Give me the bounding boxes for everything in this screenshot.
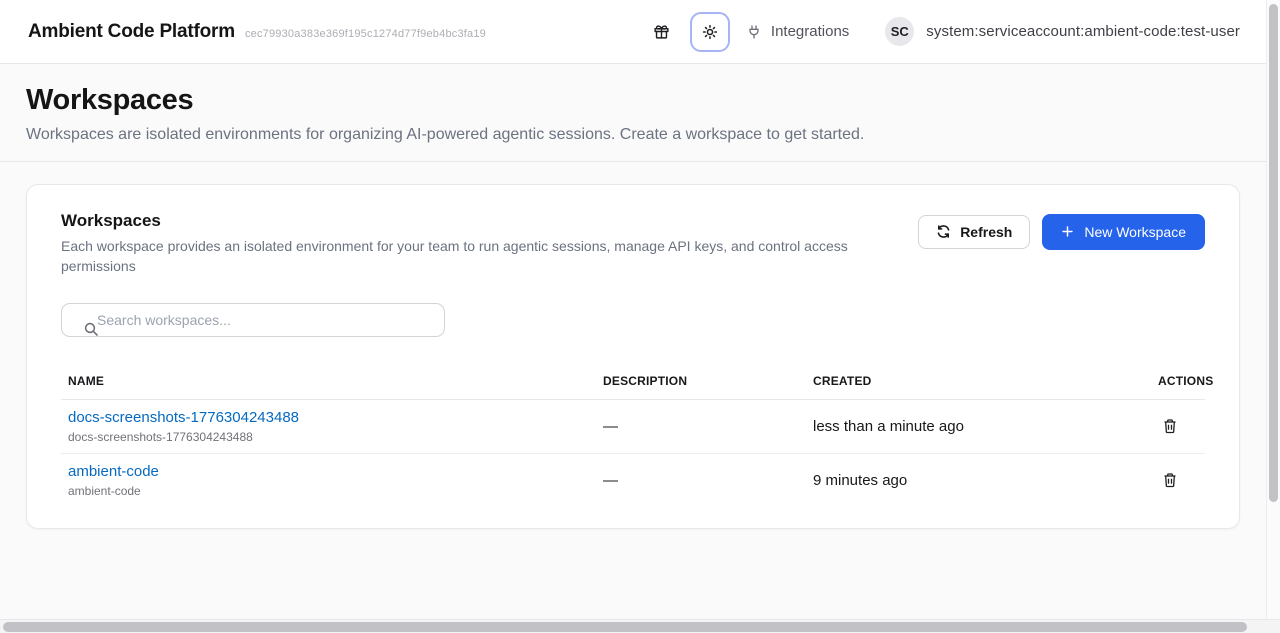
header-actions: Integrations SC system:serviceaccount:am… (649, 12, 1240, 52)
vertical-scrollbar[interactable] (1266, 0, 1280, 619)
workspace-actions-cell (1151, 468, 1209, 493)
workspace-created: 9 minutes ago (806, 472, 1151, 489)
workspace-name-cell: ambient-code ambient-code (61, 463, 596, 498)
card-heading-block: Workspaces Each workspace provides an is… (61, 211, 867, 277)
gift-icon (653, 23, 670, 40)
delete-workspace-button[interactable] (1158, 468, 1182, 492)
page-header: Workspaces Workspaces are isolated envir… (0, 64, 1266, 162)
table-row: ambient-code ambient-code — 9 minutes ag… (61, 453, 1205, 506)
workspace-subtitle: ambient-code (68, 484, 589, 498)
plus-icon (1061, 225, 1074, 238)
new-workspace-button[interactable]: New Workspace (1042, 214, 1205, 250)
build-hash: cec79930a383e369f195c1274d77f9eb4bc3fa19 (245, 28, 486, 40)
search-input[interactable] (61, 303, 445, 337)
app-title: Ambient Code Platform (28, 21, 235, 43)
page-subtitle: Workspaces are isolated environments for… (26, 123, 1240, 147)
table-body: docs-screenshots-1776304243488 docs-scre… (61, 400, 1205, 506)
page-title: Workspaces (26, 83, 1240, 118)
workspaces-card: Workspaces Each workspace provides an is… (26, 184, 1240, 530)
sun-icon (701, 23, 719, 41)
workspace-description: — (596, 418, 806, 435)
new-workspace-label: New Workspace (1084, 224, 1186, 240)
table-header-row: NAME DESCRIPTION CREATED ACTIONS (61, 366, 1205, 400)
trash-icon (1162, 472, 1178, 488)
card-title: Workspaces (61, 211, 867, 231)
table-row: docs-screenshots-1776304243488 docs-scre… (61, 400, 1205, 453)
plug-icon (746, 24, 762, 40)
workspace-actions-cell (1151, 414, 1209, 439)
card-header: Workspaces Each workspace provides an is… (61, 211, 1205, 277)
user-menu[interactable]: SC system:serviceaccount:ambient-code:te… (885, 17, 1240, 46)
workspace-description: — (596, 472, 806, 489)
workspace-subtitle: docs-screenshots-1776304243488 (68, 430, 589, 444)
app-header: Ambient Code Platform cec79930a383e369f1… (0, 0, 1266, 64)
horizontal-scrollbar-thumb[interactable] (3, 622, 1247, 632)
column-header-description: DESCRIPTION (596, 366, 806, 399)
delete-workspace-button[interactable] (1158, 414, 1182, 438)
username: system:serviceaccount:ambient-code:test-… (926, 23, 1240, 40)
gift-button[interactable] (649, 19, 674, 44)
integrations-label: Integrations (771, 23, 849, 40)
column-header-created: CREATED (806, 366, 1151, 399)
search (61, 303, 445, 337)
theme-toggle-button[interactable] (690, 12, 730, 52)
workspace-created: less than a minute ago (806, 418, 1151, 435)
brand: Ambient Code Platform cec79930a383e369f1… (28, 21, 486, 43)
refresh-icon (936, 224, 951, 239)
workspace-link[interactable]: docs-screenshots-1776304243488 (68, 409, 299, 426)
refresh-label: Refresh (960, 224, 1012, 240)
column-header-actions: ACTIONS (1151, 366, 1240, 399)
horizontal-scrollbar[interactable] (0, 619, 1280, 633)
workspaces-table: NAME DESCRIPTION CREATED ACTIONS docs-sc… (61, 366, 1205, 506)
main-content: Workspaces Each workspace provides an is… (0, 162, 1266, 552)
trash-icon (1162, 418, 1178, 434)
card-actions: Refresh New Workspace (918, 214, 1205, 250)
vertical-scrollbar-thumb[interactable] (1269, 4, 1278, 502)
avatar: SC (885, 17, 914, 46)
integrations-button[interactable]: Integrations (746, 23, 849, 40)
card-description: Each workspace provides an isolated envi… (61, 236, 867, 277)
workspace-name-cell: docs-screenshots-1776304243488 docs-scre… (61, 409, 596, 444)
refresh-button[interactable]: Refresh (918, 215, 1030, 249)
workspace-link[interactable]: ambient-code (68, 463, 159, 480)
viewport: Ambient Code Platform cec79930a383e369f1… (0, 0, 1266, 619)
column-header-name: NAME (61, 366, 596, 399)
